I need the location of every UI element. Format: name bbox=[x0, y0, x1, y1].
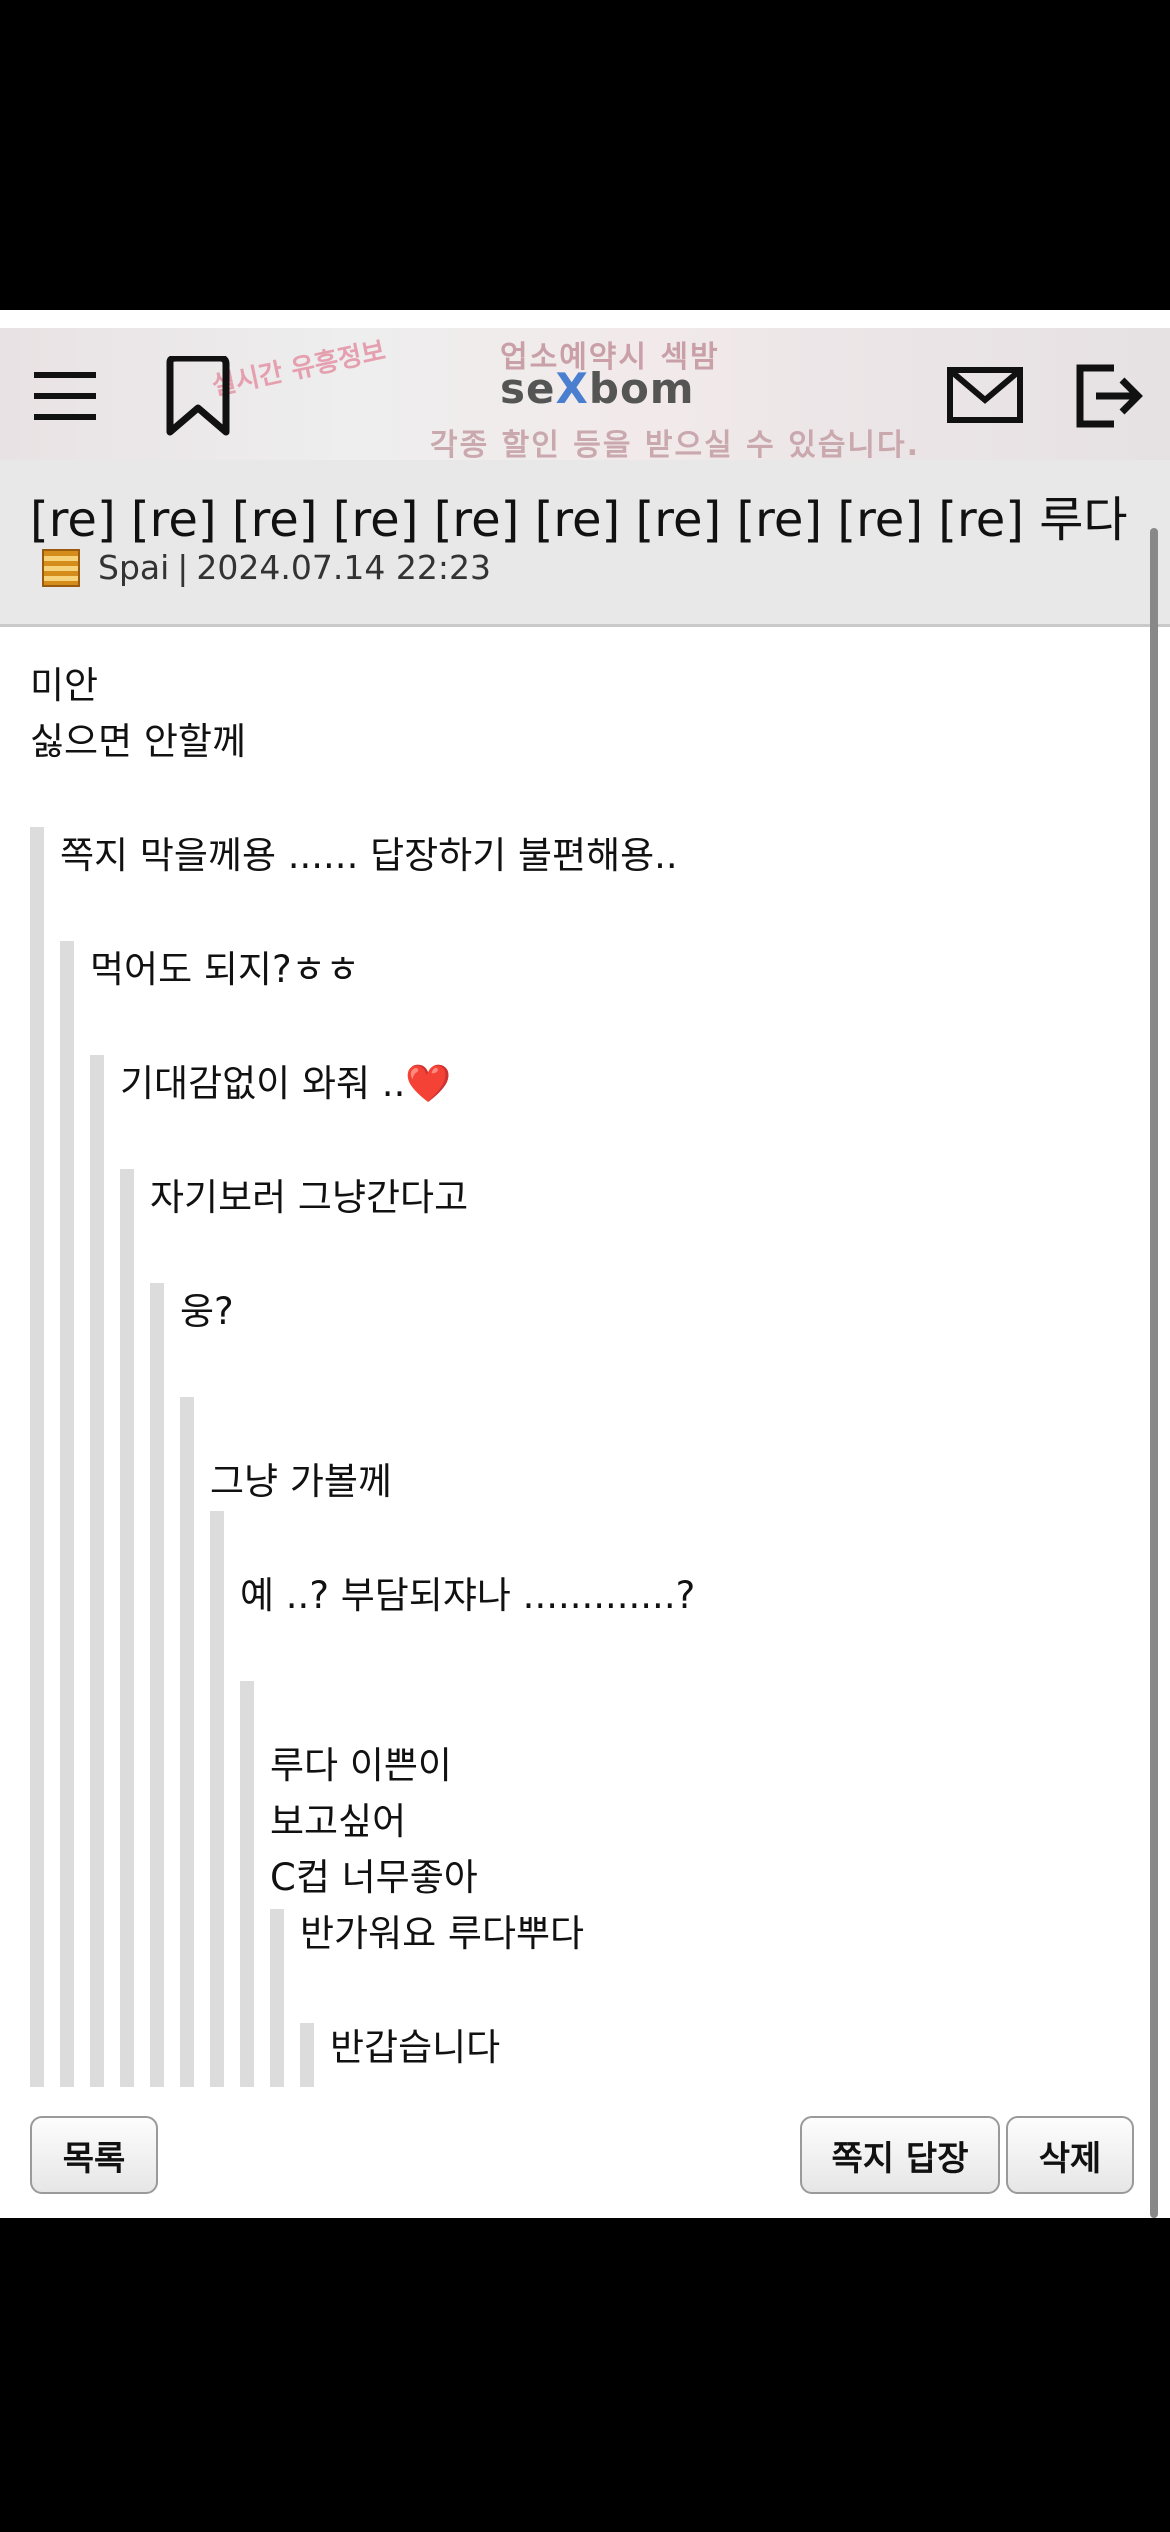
body-line: 미안 bbox=[30, 664, 99, 707]
meta-separator: | bbox=[177, 548, 189, 587]
bookmark-icon[interactable] bbox=[162, 354, 234, 440]
delete-button[interactable]: 삭제 bbox=[1006, 2116, 1134, 2194]
body-line: 예 ..? 부담되쟈나 .............? bbox=[240, 1574, 696, 1617]
post-author[interactable]: Spai bbox=[98, 548, 169, 587]
quote-bar-10 bbox=[300, 2023, 314, 2087]
body-line: 싫으면 안할께 bbox=[30, 720, 247, 763]
list-button[interactable]: 목록 bbox=[30, 2116, 158, 2194]
quote-bar-3 bbox=[90, 1055, 104, 2087]
member-level-icon bbox=[42, 548, 80, 587]
menu-icon[interactable] bbox=[34, 370, 96, 426]
post-meta: Spai | 2024.07.14 22:23 bbox=[42, 548, 491, 587]
quote-bar-9 bbox=[270, 1909, 284, 2087]
body-line: C컵 너무좋아 bbox=[270, 1856, 478, 1899]
post-title: [re] [re] [re] [re] [re] [re] [re] [re] … bbox=[30, 492, 1128, 548]
screen: 실시간 유흥정보 업소예약시 섹밤 각종 할인 등을 받으실 수 있습니다. s… bbox=[0, 310, 1170, 2218]
logo-x: X bbox=[555, 364, 589, 413]
quote-bar-1 bbox=[30, 827, 44, 2087]
reply-message-button[interactable]: 쪽지 답장 bbox=[800, 2116, 1000, 2194]
site-logo[interactable]: seXbom bbox=[500, 364, 695, 413]
quote-bar-8 bbox=[240, 1681, 254, 2087]
scrollbar[interactable] bbox=[1150, 528, 1158, 2218]
body-line: 루다 이쁜이 bbox=[270, 1744, 452, 1787]
body-line: 쪽지 막을께용 ...... 답장하기 불편해용.. bbox=[60, 834, 678, 877]
body-line: 보고싶어 bbox=[270, 1800, 407, 1843]
body-line: 반갑습니다 bbox=[330, 2026, 501, 2069]
banner-text-bottom: 각종 할인 등을 받으실 수 있습니다. bbox=[430, 428, 921, 460]
logo-suffix: bom bbox=[588, 364, 695, 413]
logout-icon[interactable] bbox=[1074, 362, 1144, 434]
logo-prefix: se bbox=[500, 364, 556, 413]
body-line: 반가워요 루다뿌다 bbox=[300, 1912, 585, 1955]
post-datetime: 2024.07.14 22:23 bbox=[196, 548, 491, 587]
header-banner[interactable]: 실시간 유흥정보 업소예약시 섹밤 각종 할인 등을 받으실 수 있습니다. s… bbox=[0, 328, 1170, 460]
quote-bar-5 bbox=[150, 1283, 164, 2087]
post-body: 미안 싫으면 안할께 쪽지 막을께용 ...... 답장하기 불편해용.. 먹어… bbox=[0, 627, 1170, 2087]
body-line: 먹어도 되지?ㅎㅎ bbox=[90, 948, 360, 991]
quote-bar-2 bbox=[60, 941, 74, 2087]
post-header: [re] [re] [re] [re] [re] [re] [re] [re] … bbox=[0, 460, 1170, 627]
body-line: 그냥 가볼께 bbox=[210, 1460, 392, 1503]
quote-bar-6 bbox=[180, 1397, 194, 2087]
body-line: 기대감없이 와줘 ..❤️ bbox=[120, 1062, 452, 1105]
body-line: 자기보러 그냥간다고 bbox=[150, 1176, 469, 1219]
body-line: 웅? bbox=[180, 1290, 234, 1333]
quote-bar-7 bbox=[210, 1511, 224, 2087]
quote-bar-4 bbox=[120, 1169, 134, 2087]
mail-icon[interactable] bbox=[946, 366, 1024, 428]
